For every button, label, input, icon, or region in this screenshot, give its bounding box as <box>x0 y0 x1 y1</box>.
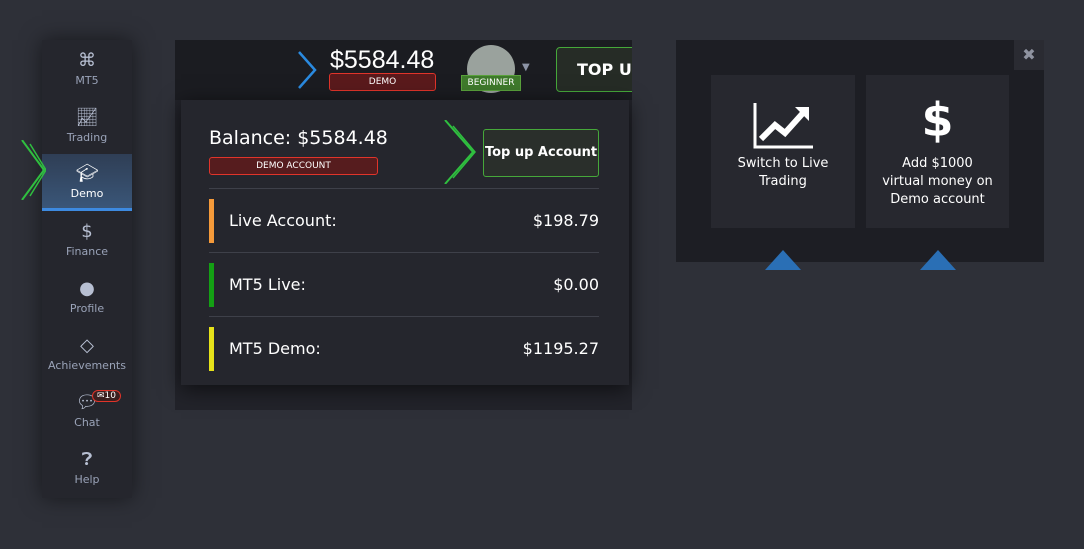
sidebar-item-demo[interactable]: 🎓︎ Demo <box>42 154 132 211</box>
sidebar-item-mt5[interactable]: ⌘ MT5 <box>42 40 132 97</box>
balance-dropdown: Balance: $5584.48 DEMO ACCOUNT Top up Ac… <box>181 100 629 385</box>
balance-title: Balance: $5584.48 <box>209 127 388 149</box>
card-label: Switch to Live Trading <box>737 156 829 189</box>
top-up-account-button[interactable]: Top up Account <box>483 129 599 177</box>
dollar-icon: $ <box>921 93 954 147</box>
switch-live-card[interactable]: Switch to Live Trading <box>711 75 855 228</box>
chevron-right-icon <box>298 51 317 89</box>
chevron-right-icon <box>444 120 476 184</box>
add-virtual-money-card[interactable]: $ Add $1000 virtual money on Demo accoun… <box>866 75 1009 228</box>
dollar-icon: $ <box>81 221 93 242</box>
promo-panel: ✖ Switch to Live Trading $ Add $1000 vir… <box>676 40 1044 262</box>
pointer-arrow <box>765 250 801 270</box>
sidebar-item-help[interactable]: ❓︎ Help <box>42 439 132 496</box>
color-indicator <box>209 198 214 243</box>
top-up-button[interactable]: TOP UP <box>556 47 632 92</box>
chevron-down-icon[interactable]: ▼ <box>522 62 530 73</box>
balance-amount[interactable]: $5584.48 <box>330 46 434 75</box>
top-bar: $5584.48 DEMO BEGINNER ▼ TOP UP <box>175 40 632 100</box>
chat-badge: ✉10 <box>92 390 121 402</box>
mt5-icon: ⌘ <box>78 50 96 71</box>
diamond-icon: ◇ <box>80 335 94 356</box>
color-indicator <box>209 262 214 307</box>
pointer-arrow <box>920 250 956 270</box>
sidebar-item-trading[interactable]: 📈︎ Trading <box>42 97 132 154</box>
graduation-cap-icon: 🎓︎ <box>75 162 99 184</box>
user-icon: ● <box>79 278 95 299</box>
color-indicator <box>209 326 214 371</box>
trending-up-icon <box>711 75 855 155</box>
account-type-badge: DEMO <box>329 73 436 91</box>
chart-icon: 📈︎ <box>75 107 99 128</box>
help-icon: ❓︎ <box>81 449 93 470</box>
card-label: Add $1000 virtual money on Demo account <box>882 156 993 207</box>
sidebar: ⌘ MT5 📈︎ Trading 🎓︎ Demo $ Finance ● Profile … <box>42 40 132 498</box>
sidebar-item-finance[interactable]: $ Finance <box>42 211 132 268</box>
demo-account-badge: DEMO ACCOUNT <box>209 157 378 175</box>
account-row-mt5-live[interactable]: MT5 Live: $0.00 <box>209 252 599 316</box>
account-row-live[interactable]: Live Account: $198.79 <box>209 188 599 252</box>
sidebar-item-achievements[interactable]: ◇ Achievements <box>42 325 132 382</box>
level-badge: BEGINNER <box>461 75 521 91</box>
account-row-mt5-demo[interactable]: MT5 Demo: $1195.27 <box>209 316 599 380</box>
close-icon[interactable]: ✖ <box>1014 40 1044 70</box>
sidebar-item-chat[interactable]: 💬︎ Chat ✉10 <box>42 382 132 439</box>
chevron-right-icon <box>21 140 46 200</box>
sidebar-item-profile[interactable]: ● Profile <box>42 268 132 325</box>
